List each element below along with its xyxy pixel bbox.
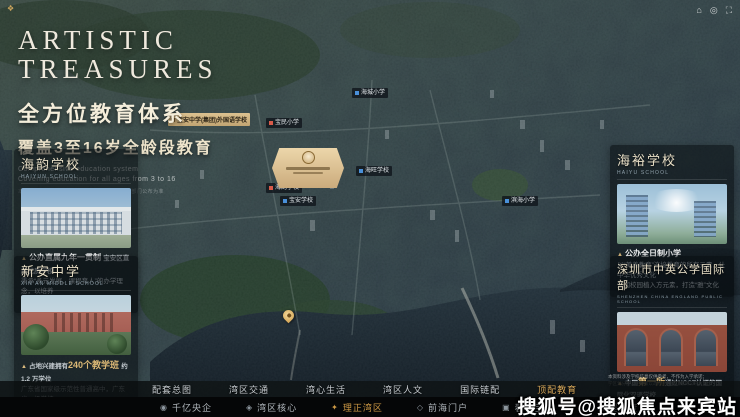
school-photo: [21, 295, 131, 355]
school-card-title: 海裕学校: [617, 150, 727, 169]
school-marker-icon: [269, 121, 273, 125]
school-card-subtitle: SHENZHEN CHINA ENGLAND PUBLIC SCHOOL: [617, 294, 727, 308]
map-label[interactable]: 宝安学校: [280, 196, 316, 206]
diamond-icon: ◈: [246, 403, 253, 412]
school-marker-icon: [269, 186, 273, 190]
building-icon: ▣: [502, 403, 511, 412]
nav-button-qianhai-gateway[interactable]: ◇前海门户: [417, 401, 468, 414]
map-label[interactable]: 海城小学: [352, 88, 388, 98]
globe-icon: ◉: [160, 403, 168, 412]
school-card-subtitle: HAIYUN SCHOOL: [21, 174, 131, 184]
school-photo: [21, 188, 131, 248]
tab-transport[interactable]: 湾区交通: [229, 383, 269, 396]
project-emblem-icon: [302, 151, 315, 164]
compass-icon[interactable]: ◎: [710, 5, 718, 16]
school-card-title: 新安中学: [21, 261, 131, 280]
tab-culture[interactable]: 湾区人文: [383, 383, 423, 396]
home-icon[interactable]: ⌂: [696, 5, 701, 16]
map-label[interactable]: 海旺学校: [356, 166, 392, 176]
map-label[interactable]: 滨海小学: [502, 196, 538, 206]
toolbar-top-right: ⌂ ◎ ⛶: [696, 5, 732, 16]
presentation-screen: ❖ ⌂ ◎ ⛶ ARTISTIC TREASURES 全方位教育体系 覆盖3至1…: [0, 0, 740, 417]
badge-text-bar: [293, 172, 323, 174]
school-card-subtitle: HAIYU SCHOOL: [617, 170, 727, 180]
school-marker-icon: [283, 199, 287, 203]
nav-button-bay-core[interactable]: ◈湾区核心: [246, 401, 297, 414]
school-photo: [617, 312, 727, 372]
badge-text-bar: [286, 167, 330, 170]
school-photo: [617, 184, 727, 244]
star-icon: ✦: [331, 403, 339, 412]
school-marker-icon: [505, 199, 509, 203]
triangle-bullet-icon: ▲: [21, 364, 27, 370]
nav-button-bay-active[interactable]: ✦理正湾区: [331, 401, 383, 414]
project-badge[interactable]: [272, 148, 344, 188]
tab-international[interactable]: 国际链配: [460, 383, 500, 396]
nav-button-central-enterprise[interactable]: ◉千亿央企: [160, 401, 212, 414]
map-label[interactable]: 宝民小学: [266, 118, 302, 128]
tab-overall-map[interactable]: 配套总图: [152, 383, 192, 396]
brand-ornament-icon: ❖: [7, 4, 14, 13]
school-card-title: 深圳市中英公学国际部: [617, 261, 727, 293]
sohu-watermark: 搜狐号@搜狐焦点来宾站: [517, 392, 737, 417]
hero-heading: 全方位教育体系: [18, 98, 218, 128]
drop-icon: ◇: [417, 403, 424, 412]
school-marker-icon: [359, 169, 363, 173]
hero-title-line1: ARTISTIC: [18, 26, 218, 55]
hero-title-line2: TREASURES: [18, 55, 218, 84]
fullscreen-icon[interactable]: ⛶: [726, 5, 732, 16]
tab-living[interactable]: 湾心生活: [306, 383, 346, 396]
school-card-title: 海韵学校: [21, 154, 131, 173]
hero-title-en: ARTISTIC TREASURES: [18, 26, 218, 84]
school-card-subtitle: XIN'AN MIDDLE SCHOOL: [21, 281, 131, 291]
school-marker-icon: [355, 91, 359, 95]
